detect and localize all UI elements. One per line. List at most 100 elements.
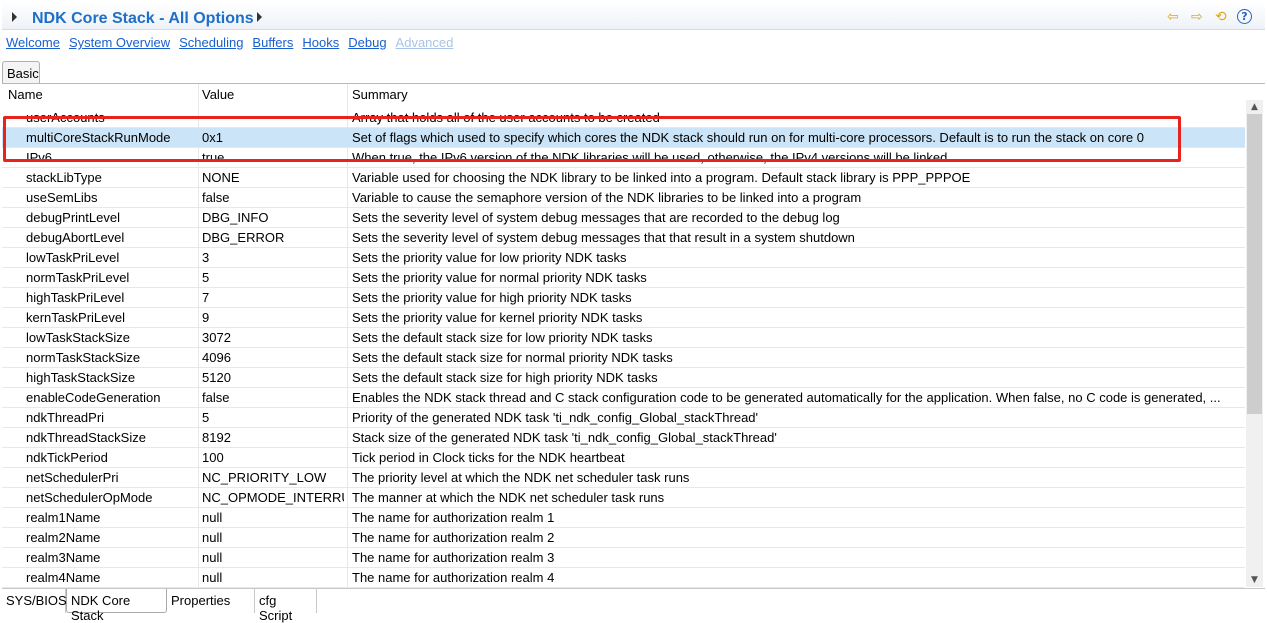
option-summary: The priority level at which the NDK net … bbox=[352, 470, 690, 485]
table-row[interactable]: netSchedulerPri NC_PRIORITY_LOW The priori… bbox=[2, 468, 1245, 488]
option-summary: Sets the severity level of system debug … bbox=[352, 210, 840, 225]
option-summary: The name for authorization realm 2 bbox=[352, 530, 555, 545]
table-row[interactable]: enableCodeGeneration false Enables the NDK… bbox=[2, 388, 1245, 408]
table-row[interactable]: debugPrintLevel DBG_INFO Sets the severity… bbox=[2, 208, 1245, 228]
option-value[interactable]: 3072 bbox=[202, 328, 344, 347]
option-summary: Sets the priority value for kernel prior… bbox=[352, 310, 643, 325]
table-row[interactable]: userAccounts Array that holds all of the … bbox=[2, 108, 1245, 128]
table-row[interactable]: realm1Name null The name for authorization… bbox=[2, 508, 1245, 528]
forward-arrow-icon[interactable]: ⇨ bbox=[1191, 9, 1203, 25]
option-name: lowTaskStackSize bbox=[26, 330, 131, 345]
option-name: userAccounts bbox=[26, 110, 105, 125]
table-row[interactable]: realm3Name null The name for authorization… bbox=[2, 548, 1245, 568]
option-value[interactable]: DBG_INFO bbox=[202, 208, 344, 227]
nav-link-debug[interactable]: Debug bbox=[348, 35, 386, 50]
table-row[interactable]: ndkThreadPri 5 Priority of the generated N… bbox=[2, 408, 1245, 428]
option-name: realm2Name bbox=[26, 530, 101, 545]
table-row[interactable]: normTaskStackSize 4096 Sets the default st… bbox=[2, 348, 1245, 368]
option-value[interactable]: NC_OPMODE_INTERRUPT bbox=[202, 488, 344, 507]
option-summary: Stack size of the generated NDK task 'ti… bbox=[352, 430, 777, 445]
table-row[interactable]: ndkTickPeriod 100 Tick period in Clock tic… bbox=[2, 448, 1245, 468]
option-value[interactable]: 0x1 bbox=[202, 128, 344, 147]
table-row[interactable]: netSchedulerOpMode NC_OPMODE_INTERRUPT The… bbox=[2, 488, 1245, 508]
table-row[interactable]: useSemLibs false Variable to cause the sem… bbox=[2, 188, 1245, 208]
menu-triangle-icon[interactable] bbox=[257, 12, 262, 22]
tab-properties[interactable]: Properties bbox=[167, 589, 255, 613]
nav-link-scheduling[interactable]: Scheduling bbox=[179, 35, 243, 50]
option-summary: Sets the severity level of system debug … bbox=[352, 230, 855, 245]
expand-triangle-icon[interactable] bbox=[12, 12, 17, 22]
table-row[interactable]: multiCoreStackRunMode 0x1 Set of flags whi… bbox=[2, 128, 1245, 148]
option-value[interactable]: 7 bbox=[202, 288, 344, 307]
column-header-summary[interactable]: Summary bbox=[352, 85, 1242, 104]
nav-link-hooks[interactable]: Hooks bbox=[302, 35, 339, 50]
option-name: enableCodeGeneration bbox=[26, 390, 161, 405]
option-value[interactable]: 4096 bbox=[202, 348, 344, 367]
table-row[interactable]: kernTaskPriLevel 9 Sets the priority value… bbox=[2, 308, 1245, 328]
back-arrow-icon[interactable]: ⇦ bbox=[1167, 9, 1179, 25]
option-name: IPv6 bbox=[26, 150, 53, 165]
nav-link-advanced: Advanced bbox=[395, 35, 454, 50]
option-value[interactable]: NC_PRIORITY_LOW bbox=[202, 468, 344, 487]
tab-basic[interactable]: Basic bbox=[2, 61, 40, 84]
option-value[interactable]: false bbox=[202, 388, 344, 407]
option-summary: Tick period in Clock ticks for the NDK h… bbox=[352, 450, 625, 465]
nav-link-buffers[interactable]: Buffers bbox=[252, 35, 293, 50]
option-value[interactable]: null bbox=[202, 548, 344, 567]
editor-header: NDK Core Stack - All Options ⇦ ⇨ ⟲ ? bbox=[2, 2, 1265, 30]
table-row[interactable]: debugAbortLevel DBG_ERROR Sets the severit… bbox=[2, 228, 1245, 248]
option-name: netSchedulerPri bbox=[26, 470, 119, 485]
option-value[interactable]: null bbox=[202, 508, 344, 527]
table-row[interactable]: ndkThreadStackSize 8192 Stack size of the … bbox=[2, 428, 1245, 448]
column-header-name[interactable]: Name bbox=[8, 85, 178, 104]
option-summary: Enables the NDK stack thread and C stack… bbox=[352, 390, 1221, 405]
option-value[interactable]: 100 bbox=[202, 448, 344, 467]
option-summary: Sets the default stack size for low prio… bbox=[352, 330, 653, 345]
option-summary: Variable used for choosing the NDK libra… bbox=[352, 170, 971, 185]
option-value[interactable]: null bbox=[202, 528, 344, 547]
table-row[interactable]: realm4Name null The name for authorization… bbox=[2, 568, 1245, 588]
table-row[interactable]: IPv6 true When true, the IPv6 version of t… bbox=[2, 148, 1245, 168]
nav-link-welcome[interactable]: Welcome bbox=[6, 35, 60, 50]
option-summary: The manner at which the NDK net schedule… bbox=[352, 490, 665, 505]
option-value[interactable]: 5 bbox=[202, 408, 344, 427]
scroll-down-icon[interactable]: ▼ bbox=[1246, 573, 1263, 587]
option-value[interactable]: DBG_ERROR bbox=[202, 228, 344, 247]
tab-cfg-script[interactable]: cfg Script bbox=[255, 589, 317, 623]
option-name: normTaskStackSize bbox=[26, 350, 141, 365]
option-name: realm3Name bbox=[26, 550, 101, 565]
tab-ndk-core-stack[interactable]: NDK Core Stack bbox=[66, 589, 167, 623]
help-icon[interactable]: ? bbox=[1237, 9, 1252, 24]
option-summary: Sets the priority value for high priorit… bbox=[352, 290, 632, 305]
option-name: kernTaskPriLevel bbox=[26, 310, 125, 325]
option-value[interactable]: 5 bbox=[202, 268, 344, 287]
option-value[interactable]: 9 bbox=[202, 308, 344, 327]
table-row[interactable]: lowTaskStackSize 3072 Sets the default sta… bbox=[2, 328, 1245, 348]
option-name: stackLibType bbox=[26, 170, 102, 185]
table-row[interactable]: normTaskPriLevel 5 Sets the priority value… bbox=[2, 268, 1245, 288]
column-header-value[interactable]: Value bbox=[202, 85, 344, 104]
refresh-icon[interactable]: ⟲ bbox=[1215, 9, 1227, 25]
option-value[interactable]: NONE bbox=[202, 168, 344, 187]
tab-sys-bios[interactable]: SYS/BIOS bbox=[2, 589, 67, 613]
table-row[interactable]: realm2Name null The name for authorization… bbox=[2, 528, 1245, 548]
option-name: realm1Name bbox=[26, 510, 101, 525]
option-summary: Variable to cause the semaphore version … bbox=[352, 190, 862, 205]
option-name: highTaskPriLevel bbox=[26, 290, 125, 305]
nav-link-system-overview[interactable]: System Overview bbox=[69, 35, 170, 50]
vertical-scrollbar[interactable]: ▲ ▼ bbox=[1246, 100, 1263, 587]
table-row[interactable]: highTaskStackSize 5120 Sets the default st… bbox=[2, 368, 1245, 388]
option-summary: The name for authorization realm 3 bbox=[352, 550, 555, 565]
table-row[interactable]: stackLibType NONE Variable used for choosi… bbox=[2, 168, 1245, 188]
scrollbar-thumb[interactable] bbox=[1247, 114, 1262, 414]
table-row[interactable]: highTaskPriLevel 7 Sets the priority value… bbox=[2, 288, 1245, 308]
option-name: ndkTickPeriod bbox=[26, 450, 108, 465]
option-value[interactable]: null bbox=[202, 568, 344, 587]
table-row[interactable]: lowTaskPriLevel 3 Sets the priority value … bbox=[2, 248, 1245, 268]
option-value[interactable]: 3 bbox=[202, 248, 344, 267]
option-value[interactable]: 8192 bbox=[202, 428, 344, 447]
option-value[interactable]: 5120 bbox=[202, 368, 344, 387]
scroll-up-icon[interactable]: ▲ bbox=[1246, 100, 1263, 114]
option-value[interactable]: false bbox=[202, 188, 344, 207]
option-value[interactable]: true bbox=[202, 148, 344, 167]
